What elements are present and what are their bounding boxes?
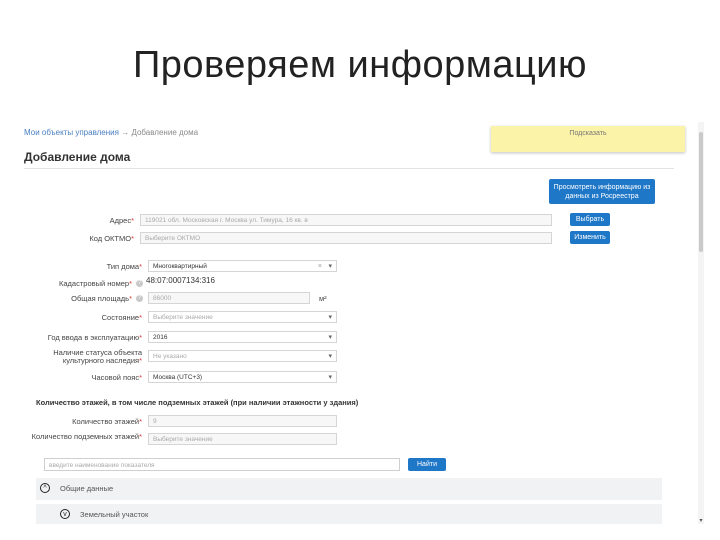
divider bbox=[24, 168, 674, 169]
screenshot-panel: Мои объекты управления → Добавление дома… bbox=[24, 122, 706, 524]
cadastral-value[interactable]: 48:07:0007134:316 bbox=[146, 276, 215, 285]
change-oktmo-button[interactable]: Изменить bbox=[570, 231, 610, 244]
year-select[interactable]: 2016 ▾ bbox=[148, 331, 337, 343]
area-field[interactable]: 86000 bbox=[148, 292, 310, 304]
slide-title: Проверяем информацию bbox=[132, 44, 588, 86]
house-type-select[interactable]: Многоквартирный × ▾ bbox=[148, 260, 337, 272]
accordion-general-label: Общие данные bbox=[60, 484, 114, 493]
condition-select[interactable]: Выберите значение ▾ bbox=[148, 311, 337, 323]
year-value: 2016 bbox=[153, 334, 168, 341]
chevron-up-icon: ^ bbox=[40, 483, 50, 493]
rosreestr-info-button[interactable]: Просмотреть информацию из данных из Роср… bbox=[549, 179, 655, 204]
breadcrumb-separator: → bbox=[121, 128, 130, 137]
scrollbar-thumb[interactable] bbox=[699, 132, 703, 252]
floors-section-title: Количество этажей, в том числе подземных… bbox=[36, 398, 359, 407]
breadcrumb-current: Добавление дома bbox=[131, 128, 199, 137]
clear-icon[interactable]: × bbox=[318, 261, 322, 271]
scrollbar[interactable]: ▾ bbox=[698, 122, 704, 524]
underground-field[interactable]: Выберите значение bbox=[148, 433, 337, 445]
timezone-value: Москва (UTC+3) bbox=[153, 374, 203, 381]
address-label: Адрес* bbox=[109, 216, 134, 225]
accordion-land-label: Земельный участок bbox=[80, 510, 149, 519]
area-label: Общая площадь* bbox=[71, 294, 132, 303]
cultural-status-value: Не указано bbox=[153, 353, 187, 360]
accordion-land[interactable]: v Земельный участок bbox=[36, 504, 662, 524]
chevron-down-icon: ▾ bbox=[328, 263, 332, 270]
house-type-label: Тип дома* bbox=[106, 262, 142, 271]
floors-label: Количество этажей* bbox=[72, 417, 142, 426]
breadcrumb: Мои объекты управления → Добавление дома bbox=[24, 128, 198, 137]
address-field[interactable]: 119021 обл. Московская г. Москва ул. Тим… bbox=[140, 214, 552, 226]
accordion-general[interactable]: ^ Общие данные bbox=[36, 478, 662, 500]
scroll-down-icon[interactable]: ▾ bbox=[698, 517, 704, 524]
breadcrumb-link[interactable]: Мои объекты управления bbox=[24, 128, 119, 137]
indicator-search-input[interactable]: введите наименование показателя bbox=[44, 458, 400, 471]
oktmo-label: Код ОКТМО* bbox=[89, 234, 134, 243]
search-button[interactable]: Найти bbox=[408, 458, 446, 471]
page-title: Добавление дома bbox=[24, 150, 131, 164]
condition-value: Выберите значение bbox=[153, 314, 213, 321]
chevron-down-icon: ▾ bbox=[328, 334, 332, 341]
timezone-select[interactable]: Москва (UTC+3) ▾ bbox=[148, 371, 337, 383]
hint-note[interactable]: Подсказать bbox=[491, 126, 685, 152]
house-type-value: Многоквартирный bbox=[153, 263, 207, 270]
cultural-status-label: Наличие статуса объекта культурного насл… bbox=[53, 348, 142, 365]
area-unit: м² bbox=[319, 294, 327, 303]
year-label: Год ввода в эксплуатацию* bbox=[47, 333, 142, 342]
help-icon[interactable]: ? bbox=[136, 280, 143, 287]
oktmo-field[interactable]: Выберите ОКТМО bbox=[140, 232, 552, 244]
help-icon[interactable]: ? bbox=[136, 295, 143, 302]
select-address-button[interactable]: Выбрать bbox=[570, 213, 610, 226]
condition-label: Состояние* bbox=[101, 313, 142, 322]
cultural-status-select[interactable]: Не указано ▾ bbox=[148, 350, 337, 362]
chevron-down-icon: ▾ bbox=[328, 314, 332, 321]
chevron-down-icon: v bbox=[60, 509, 70, 519]
timezone-label: Часовой пояс* bbox=[91, 373, 143, 382]
chevron-down-icon: ▾ bbox=[328, 374, 332, 381]
floors-field[interactable]: 9 bbox=[148, 415, 337, 427]
chevron-down-icon: ▾ bbox=[328, 353, 332, 360]
underground-label: Количество подземных этажей* bbox=[31, 432, 142, 441]
cadastral-label: Кадастровый номер* bbox=[59, 279, 132, 288]
